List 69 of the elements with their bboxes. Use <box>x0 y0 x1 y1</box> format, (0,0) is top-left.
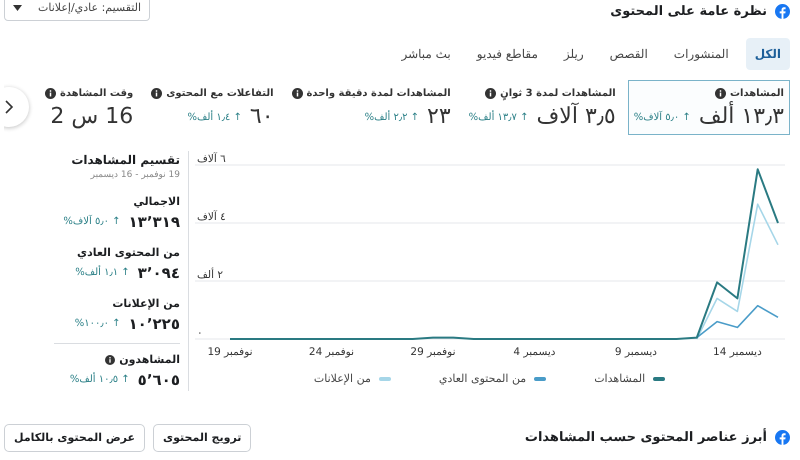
logo-icon <box>775 4 790 20</box>
stat-change: ↑ ١٠٫٥ ألف% <box>70 372 130 388</box>
tab[interactable]: الكل <box>746 38 790 70</box>
stat-value: ١٣٬٣١٩ <box>128 212 180 233</box>
metric-change: ↑ ١٣٫٧ ألف% <box>468 110 528 125</box>
tab[interactable]: مقاطع فيديو <box>468 38 547 70</box>
stat-label: من الإعلانات <box>112 296 180 312</box>
section-title: نظرة عامة على المحتوى <box>610 3 767 21</box>
stat-value: ١٠٬٢٢٥ <box>128 314 180 335</box>
axis-label: ٠ <box>197 326 203 339</box>
stat-label: من المحتوى العادي <box>76 245 180 262</box>
tab[interactable]: المنشورات <box>664 38 738 70</box>
axis-label: ٢ ألف <box>197 268 223 281</box>
axis-label: 9 ديسمبر <box>614 346 657 358</box>
info-icon[interactable] <box>292 88 303 98</box>
stat-label: الاجمالي <box>133 194 180 210</box>
info-icon[interactable] <box>485 88 496 98</box>
action-button[interactable]: ترويج المحتوى <box>153 424 252 452</box>
legend-swatch <box>653 376 666 381</box>
stat-change: ↑ ٥٫٠ آلاف% <box>63 214 121 230</box>
metric-change: ↑ ١٫٤ ألف% <box>187 110 242 125</box>
metric-value: ٢٣ <box>427 104 451 129</box>
stat-change: ↑ ١٫١ ألف% <box>75 265 130 280</box>
metric-label: وقت المشاهدة <box>60 86 134 100</box>
axis-label: 24 نوفمبر <box>308 346 354 358</box>
metric-label: المشاهدات لمدة 3 ثوانٍ <box>500 86 616 100</box>
metric-label: المشاهدات <box>730 86 784 100</box>
metric-card[interactable]: المشاهدات لمدة دقيقة واحدة ٢٣ ↑ ٢٫٢ ألف% <box>286 80 457 135</box>
stat-value: ٥٬٦٠٥ <box>138 370 180 391</box>
axis-label: 29 نوفمبر <box>410 346 456 358</box>
metric-label: المشاهدات لمدة دقيقة واحدة <box>306 86 451 100</box>
panel-title: تقسيم المشاهدات <box>70 152 180 169</box>
axis-label: ٤ آلاف <box>197 210 226 223</box>
section-title: أبرز عناصر المحتوى حسب المشاهدات <box>524 428 767 447</box>
stat-label: المشاهدون <box>119 352 180 368</box>
metric-card[interactable]: المشاهدات ١٣٫٣ ألف ↑ ٥٫٠ آلاف% <box>628 80 790 135</box>
caret-icon <box>13 5 22 12</box>
action-button[interactable]: عرض المحتوى بالكامل <box>4 424 146 452</box>
metric-change: ↑ ٥٫٠ آلاف% <box>634 110 691 125</box>
axis-label: ٦ آلاف <box>197 152 226 165</box>
legend-label: من الإعلانات <box>314 370 371 387</box>
legend-swatch <box>378 376 391 381</box>
stat-value: ٣٬٠٩٤ <box>138 262 180 284</box>
legend-swatch <box>534 376 546 381</box>
info-icon[interactable] <box>44 88 56 98</box>
axis-label: 14 ديسمبر <box>713 346 762 358</box>
metric-value: 16 س 2 <box>50 104 134 129</box>
chevron-icon <box>4 100 14 114</box>
tab[interactable]: ريلز <box>554 38 593 70</box>
info-icon[interactable] <box>714 88 726 98</box>
axis-label: 4 ديسمبر <box>513 346 556 358</box>
metric-label: التفاعلات مع المحتوى <box>166 86 274 100</box>
logo-icon <box>775 430 790 446</box>
metric-change: ↑ ٢٫٢ ألف% <box>364 110 420 125</box>
metric-value: ٦٠ <box>250 104 274 129</box>
metric-card[interactable]: التفاعلات مع المحتوى ٦٠ ↑ ١٫٤ ألف% <box>145 80 280 135</box>
legend-label: المشاهدات <box>594 370 646 387</box>
legend-label: من المحتوى العادي <box>438 370 526 387</box>
axis-label: 19 نوفمبر <box>207 346 253 358</box>
date-range: 19 نوفمبر - 16 ديسمبر <box>89 168 180 182</box>
tab[interactable]: بث مباشر <box>392 38 460 70</box>
tab[interactable]: القصص <box>600 38 657 70</box>
stat-change: ↑ ١٠٠٫٠% <box>74 317 121 332</box>
breakdown-dropdown[interactable]: التقسيم: عادي/إعلانات <box>4 0 150 20</box>
info-icon[interactable] <box>105 355 116 366</box>
metric-card[interactable]: المشاهدات لمدة 3 ثوانٍ ٣٫٥ آلاف ↑ ١٣٫٧ ألف% <box>462 80 622 135</box>
metric-value: ٣٫٥ آلاف <box>536 104 616 129</box>
info-icon[interactable] <box>151 88 162 98</box>
metric-card[interactable]: وقت المشاهدة 16 س 2 <box>38 80 140 135</box>
